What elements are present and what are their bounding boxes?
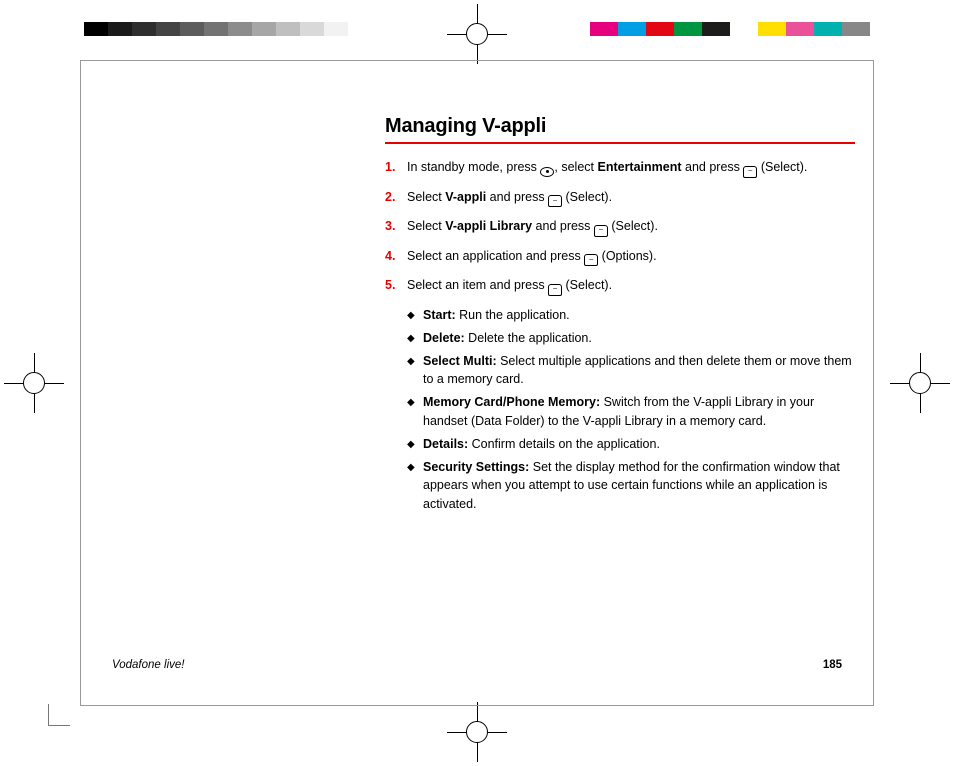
step-text: Select V-appli and press (Select). [407, 188, 855, 208]
registration-mark-top [447, 4, 507, 64]
registration-mark-right [890, 353, 950, 413]
list-item: ◆Delete: Delete the application. [407, 329, 855, 348]
footer-left: Vodafone live! [112, 659, 184, 671]
step-number: 4. [385, 247, 407, 267]
registration-mark-left [4, 353, 64, 413]
diamond-bullet-icon: ◆ [407, 329, 423, 348]
step-number: 2. [385, 188, 407, 208]
softkey-icon [548, 284, 562, 296]
list-item: ◆Details: Confirm details on the applica… [407, 435, 855, 454]
step-item: 4. Select an application and press (Opti… [385, 247, 855, 267]
options-list: ◆Start: Run the application. ◆Delete: De… [407, 306, 855, 514]
step-item: 2. Select V-appli and press (Select). [385, 188, 855, 208]
step-item: 5. Select an item and press (Select). [385, 276, 855, 296]
step-text: Select an application and press (Options… [407, 247, 855, 267]
softkey-icon [594, 225, 608, 237]
colorbar-right [590, 22, 870, 36]
step-number: 1. [385, 158, 407, 178]
softkey-icon [548, 195, 562, 207]
step-number: 3. [385, 217, 407, 237]
page-title: Managing V-appli [385, 115, 855, 144]
page-number: 185 [823, 659, 842, 671]
softkey-icon [584, 254, 598, 266]
crop-mark-bottom-left [48, 696, 78, 726]
steps-list: 1. In standby mode, press , select Enter… [385, 158, 855, 296]
step-item: 3. Select V-appli Library and press (Sel… [385, 217, 855, 237]
list-item: ◆Memory Card/Phone Memory: Switch from t… [407, 393, 855, 431]
step-text: In standby mode, press , select Entertai… [407, 158, 855, 178]
step-number: 5. [385, 276, 407, 296]
step-text: Select an item and press (Select). [407, 276, 855, 296]
diamond-bullet-icon: ◆ [407, 435, 423, 454]
diamond-bullet-icon: ◆ [407, 352, 423, 390]
page-content: Managing V-appli 1. In standby mode, pre… [385, 115, 855, 518]
page-footer: Vodafone live! 185 [112, 659, 842, 671]
diamond-bullet-icon: ◆ [407, 458, 423, 514]
step-item: 1. In standby mode, press , select Enter… [385, 158, 855, 178]
diamond-bullet-icon: ◆ [407, 306, 423, 325]
list-item: ◆Start: Run the application. [407, 306, 855, 325]
list-item: ◆Select Multi: Select multiple applicati… [407, 352, 855, 390]
list-item: ◆Security Settings: Set the display meth… [407, 458, 855, 514]
registration-mark-bottom [447, 702, 507, 762]
step-text: Select V-appli Library and press (Select… [407, 217, 855, 237]
softkey-icon [743, 166, 757, 178]
center-key-icon [540, 167, 554, 177]
colorbar-left [84, 22, 348, 36]
diamond-bullet-icon: ◆ [407, 393, 423, 431]
